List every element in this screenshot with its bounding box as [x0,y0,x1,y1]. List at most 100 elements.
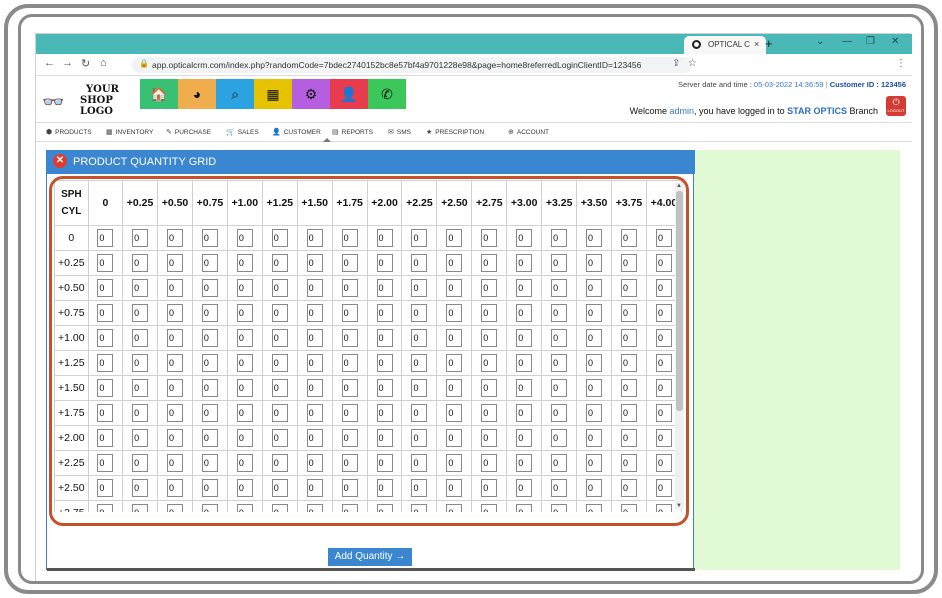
quantity-input[interactable] [481,454,498,472]
quantity-input[interactable] [516,379,533,397]
menu-item-customer[interactable]: 👤 CUSTOMER [272,128,321,136]
quantity-input[interactable] [306,304,323,322]
quantity-input[interactable] [586,404,603,422]
menu-item-products[interactable]: ⬢ PRODUCTS [46,128,92,136]
quantity-input[interactable] [411,479,428,497]
quantity-input[interactable] [620,504,637,512]
quantity-input[interactable] [376,304,393,322]
quantity-input[interactable] [132,479,149,497]
quantity-input[interactable] [620,329,637,347]
quantity-input[interactable] [132,504,149,512]
quantity-input[interactable] [306,479,323,497]
quantity-input[interactable] [132,229,149,247]
quantity-input[interactable] [236,479,253,497]
quantity-input[interactable] [166,454,183,472]
quantity-input[interactable] [551,329,568,347]
quantity-input[interactable] [446,329,463,347]
quantity-input[interactable] [306,404,323,422]
quantity-input[interactable] [201,454,218,472]
quantity-input[interactable] [132,379,149,397]
quantity-input[interactable] [551,504,568,512]
home-browser-icon[interactable]: ⌂ [100,57,107,69]
quantity-input[interactable] [655,354,672,372]
quantity-input[interactable] [620,479,637,497]
quantity-input[interactable] [620,229,637,247]
quantity-input[interactable] [236,429,253,447]
quantity-input[interactable] [166,254,183,272]
quantity-input[interactable] [271,454,288,472]
quantity-input[interactable] [97,279,114,297]
quantity-input[interactable] [481,504,498,512]
quantity-input[interactable] [132,304,149,322]
quantity-input[interactable] [620,279,637,297]
quantity-input[interactable] [306,354,323,372]
quantity-input[interactable] [166,504,183,512]
url-field[interactable]: 🔒 app.opticalcrm.com/index.php?randomCod… [132,57,692,73]
quantity-input[interactable] [376,429,393,447]
quantity-input[interactable] [376,404,393,422]
quantity-input[interactable] [376,479,393,497]
close-window-icon[interactable]: ✕ [891,36,899,47]
quantity-input[interactable] [620,429,637,447]
quantity-input[interactable] [306,429,323,447]
quantity-input[interactable] [306,454,323,472]
quantity-input[interactable] [166,429,183,447]
quantity-input[interactable] [376,454,393,472]
scroll-down-icon[interactable]: ▼ [676,503,682,509]
quantity-input[interactable] [446,479,463,497]
user-nav-button[interactable]: 👤 [330,79,368,109]
quantity-input[interactable] [446,504,463,512]
quantity-input[interactable] [586,304,603,322]
quantity-input[interactable] [132,354,149,372]
quantity-input[interactable] [411,329,428,347]
quantity-input[interactable] [376,379,393,397]
quantity-input[interactable] [481,229,498,247]
quantity-input[interactable] [271,329,288,347]
quantity-input[interactable] [446,404,463,422]
quantity-input[interactable] [166,379,183,397]
quantity-input[interactable] [271,379,288,397]
quantity-input[interactable] [411,404,428,422]
quantity-input[interactable] [201,429,218,447]
quantity-input[interactable] [551,479,568,497]
quantity-input[interactable] [586,354,603,372]
quantity-input[interactable] [341,454,358,472]
quantity-input[interactable] [586,429,603,447]
quantity-input[interactable] [481,254,498,272]
quantity-input[interactable] [655,229,672,247]
quantity-input[interactable] [411,254,428,272]
quantity-input[interactable] [620,404,637,422]
quantity-input[interactable] [201,304,218,322]
grid-nav-button[interactable]: ▦ [254,79,292,109]
quantity-input[interactable] [586,229,603,247]
quantity-input[interactable] [620,354,637,372]
quantity-input[interactable] [411,454,428,472]
quantity-input[interactable] [166,404,183,422]
quantity-input[interactable] [166,279,183,297]
quantity-input[interactable] [271,254,288,272]
quantity-input[interactable] [97,229,114,247]
quantity-input[interactable] [516,354,533,372]
quantity-input[interactable] [97,354,114,372]
quantity-input[interactable] [446,254,463,272]
quantity-input[interactable] [271,229,288,247]
dashboard-nav-button[interactable]: ◕ [178,79,216,109]
quantity-input[interactable] [271,354,288,372]
quantity-input[interactable] [376,329,393,347]
back-icon[interactable]: ← [44,57,55,69]
quantity-input[interactable] [341,479,358,497]
quantity-input[interactable] [516,479,533,497]
quantity-input[interactable] [341,304,358,322]
quantity-input[interactable] [132,404,149,422]
quantity-input[interactable] [97,454,114,472]
quantity-input[interactable] [201,254,218,272]
quantity-input[interactable] [236,454,253,472]
quantity-input[interactable] [481,379,498,397]
quantity-input[interactable] [166,329,183,347]
quantity-input[interactable] [97,404,114,422]
quantity-input[interactable] [551,279,568,297]
scroll-up-icon[interactable]: ▲ [676,183,682,189]
quantity-input[interactable] [341,279,358,297]
quantity-input[interactable] [411,429,428,447]
quantity-input[interactable] [166,354,183,372]
